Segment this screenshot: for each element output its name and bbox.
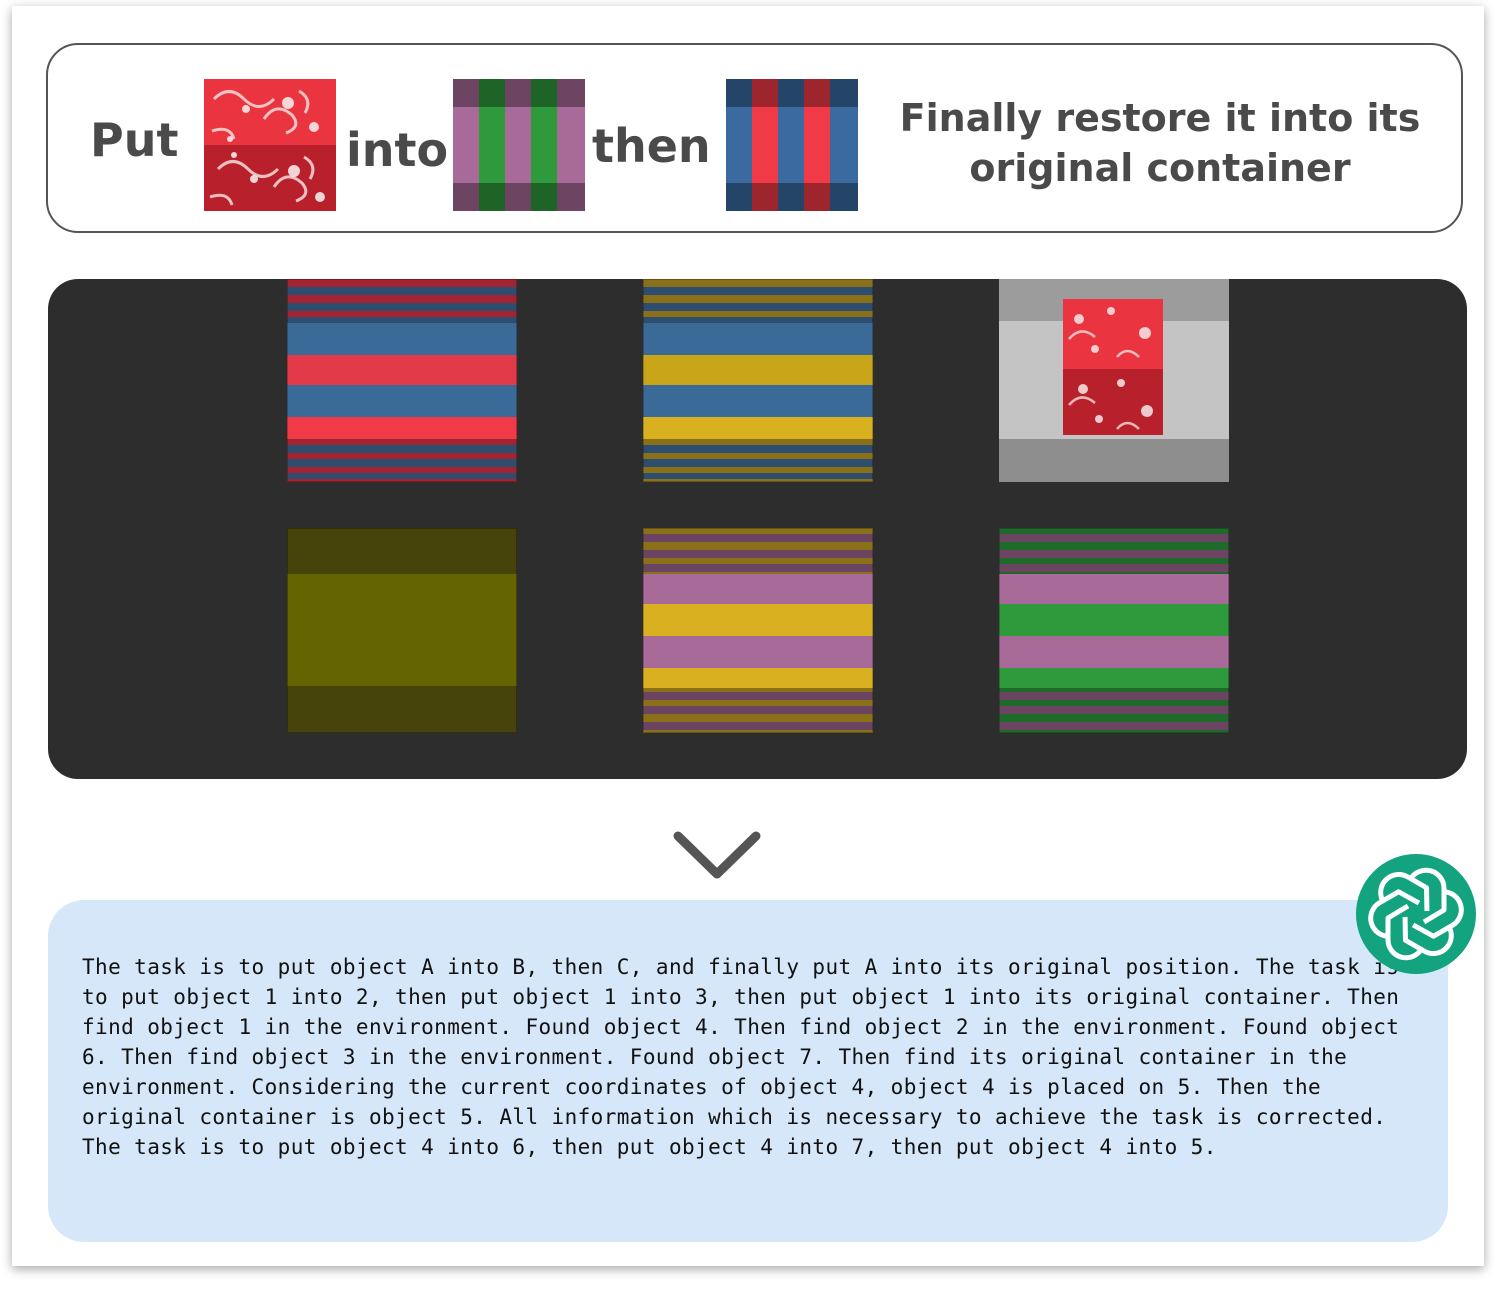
olive-plain-box xyxy=(287,528,517,733)
openai-logo-icon xyxy=(1356,854,1476,974)
scene-panel xyxy=(48,279,1467,779)
model-response-text: The task is to put object A into B, then… xyxy=(82,955,1400,1159)
instruction-word-into: into xyxy=(346,123,449,177)
object-c-swatch xyxy=(726,79,858,211)
yellow-blue-striped-box xyxy=(643,279,873,482)
object-b-swatch xyxy=(453,79,585,211)
red-blue-striped-box xyxy=(287,279,517,482)
instruction-final-text: Finally restore it into its original con… xyxy=(899,96,1421,190)
instruction-word-put: Put xyxy=(90,113,179,167)
purple-green-striped-box xyxy=(999,528,1229,733)
object-a-swatch xyxy=(204,79,336,211)
model-response-box: The task is to put object A into B, then… xyxy=(48,900,1448,1242)
instruction-panel: Put into then Finally restore it into it… xyxy=(46,43,1463,233)
white-container-with-paisley-block xyxy=(999,279,1229,482)
yellow-purple-striped-box xyxy=(643,528,873,733)
chevron-down-icon xyxy=(673,831,761,879)
instruction-word-then: then xyxy=(592,119,711,173)
